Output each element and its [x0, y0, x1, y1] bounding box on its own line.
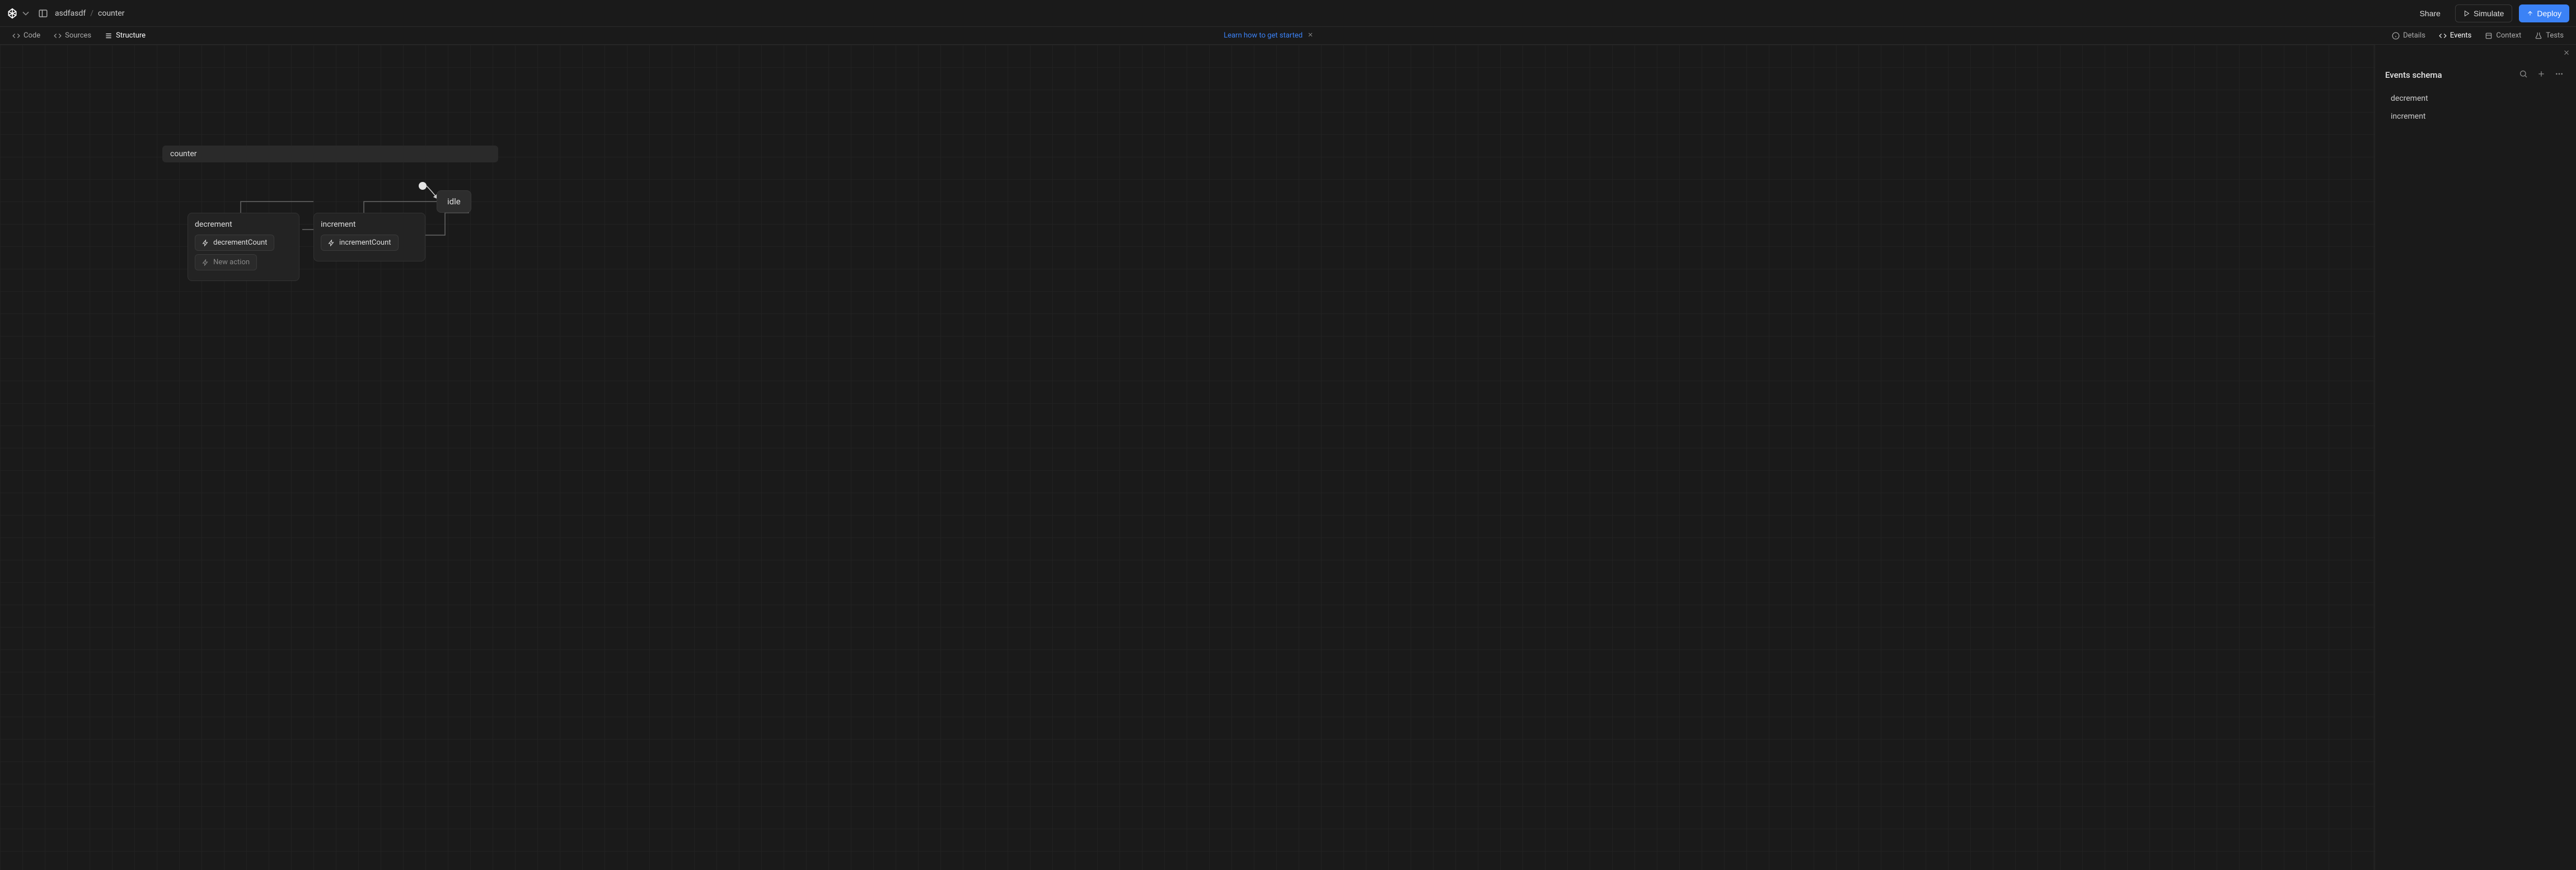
state-idle[interactable]: idle	[437, 190, 471, 213]
tab-details[interactable]: Details	[2386, 29, 2431, 42]
new-action-label: New action	[213, 258, 250, 266]
tab-code-label: Code	[24, 31, 40, 40]
breadcrumb-machine[interactable]: counter	[98, 9, 125, 18]
tests-icon	[2535, 32, 2542, 40]
deploy-label: Deploy	[2537, 9, 2561, 18]
initial-state-dot	[419, 182, 427, 190]
code-icon	[12, 32, 20, 40]
machine-header[interactable]: counter	[162, 146, 498, 162]
action-increment-count-label: incrementCount	[339, 238, 391, 247]
tab-context-label: Context	[2496, 31, 2521, 40]
logo-icon	[7, 8, 18, 19]
event-increment[interactable]: increment incrementCount	[313, 213, 425, 261]
tab-events[interactable]: Events	[2433, 29, 2477, 42]
tab-sources-label: Sources	[65, 31, 91, 40]
simulate-button[interactable]: Simulate	[2455, 4, 2512, 22]
event-increment-title: increment	[321, 220, 418, 229]
bolt-icon	[328, 240, 335, 246]
tab-sources[interactable]: Sources	[48, 29, 97, 42]
sidepanel-title: Events schema	[2385, 70, 2512, 80]
tab-code[interactable]: Code	[7, 29, 46, 42]
tab-structure-label: Structure	[116, 31, 146, 40]
close-icon	[2563, 49, 2570, 57]
tab-events-label: Events	[2450, 31, 2471, 40]
tab-details-label: Details	[2403, 31, 2425, 40]
events-icon	[2439, 32, 2447, 40]
banner-link[interactable]: Learn how to get started	[1224, 31, 1303, 40]
plus-icon	[2537, 69, 2546, 78]
breadcrumb-separator: /	[90, 9, 93, 18]
action-decrement-count[interactable]: decrementCount	[195, 235, 274, 251]
bolt-icon	[202, 240, 209, 246]
search-icon	[2519, 69, 2528, 78]
sources-icon	[54, 32, 62, 40]
play-icon	[2463, 10, 2470, 17]
new-action-button[interactable]: New action	[195, 254, 257, 270]
sidepanel: Events schema decrement increment	[2374, 45, 2576, 870]
chevron-down-icon	[20, 8, 31, 19]
search-button[interactable]	[2517, 67, 2530, 83]
tab-structure[interactable]: Structure	[99, 29, 151, 42]
simulate-label: Simulate	[2474, 9, 2504, 18]
tab-context[interactable]: Context	[2479, 29, 2527, 42]
more-button[interactable]	[2552, 67, 2566, 83]
banner-close-button[interactable]	[1307, 31, 1314, 40]
tab-tests-label: Tests	[2546, 31, 2564, 40]
breadcrumb-project[interactable]: asdfasdf	[55, 9, 86, 18]
structure-icon	[105, 32, 113, 40]
schema-item-increment[interactable]: increment	[2375, 107, 2576, 125]
breadcrumb: asdfasdf / counter	[55, 9, 125, 18]
main: counter idle decrement decrementCount Ne…	[0, 45, 2576, 870]
event-decrement[interactable]: decrement decrementCount New action	[188, 213, 299, 281]
logo[interactable]	[7, 8, 31, 19]
topbar: asdfasdf / counter Share Simulate Deploy	[0, 0, 2576, 27]
deploy-button[interactable]: Deploy	[2519, 4, 2569, 22]
context-icon	[2485, 32, 2493, 40]
action-decrement-count-label: decrementCount	[213, 238, 267, 247]
subbar: Code Sources Structure Learn how to get …	[0, 27, 2576, 45]
schema-item-decrement[interactable]: decrement	[2375, 90, 2576, 107]
bolt-icon	[202, 259, 209, 266]
dots-icon	[2555, 69, 2564, 78]
action-increment-count[interactable]: incrementCount	[321, 235, 399, 251]
close-icon	[1307, 31, 1314, 38]
event-decrement-title: decrement	[195, 220, 292, 229]
tab-tests[interactable]: Tests	[2529, 29, 2569, 42]
add-event-button[interactable]	[2535, 67, 2548, 83]
canvas[interactable]: counter idle decrement decrementCount Ne…	[0, 45, 2374, 870]
panel-toggle-button[interactable]	[38, 8, 48, 18]
share-button[interactable]: Share	[2412, 4, 2448, 22]
upload-icon	[2527, 10, 2533, 17]
panel-icon	[38, 8, 48, 18]
sidepanel-close-button[interactable]	[2563, 48, 2570, 59]
info-icon	[2392, 32, 2400, 40]
